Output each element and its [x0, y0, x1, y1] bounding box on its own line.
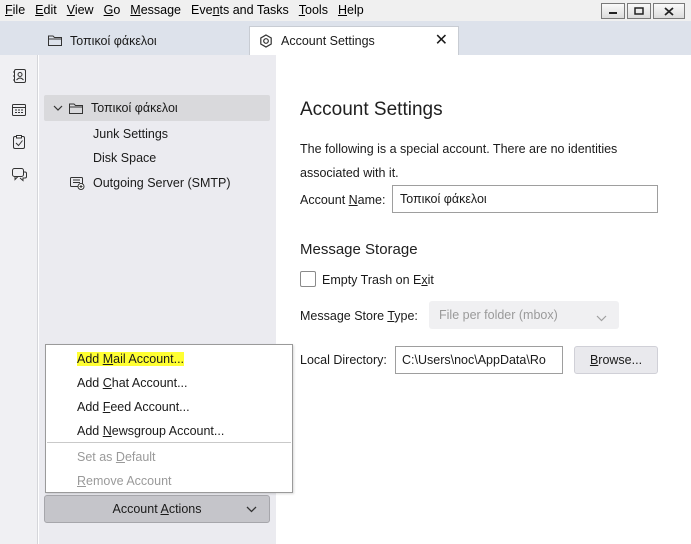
menu-separator	[47, 442, 291, 443]
calendar-space-button[interactable]	[10, 100, 28, 118]
account-actions-button[interactable]: Account Actions	[44, 495, 270, 523]
chevron-down-icon	[246, 502, 257, 516]
account-description: The following is a special account. Ther…	[300, 142, 618, 180]
tree-item-local-folders[interactable]: Τοπικοί φάκελοι	[44, 95, 270, 121]
menu-view[interactable]: View	[62, 0, 99, 21]
spaces-toolbar	[0, 21, 38, 544]
settings-icon	[258, 33, 274, 49]
menu-item-add-chat-account[interactable]: Add Chat Account...	[77, 374, 188, 392]
menu-item-remove-account: Remove Account	[77, 474, 172, 488]
local-directory-field[interactable]: C:\Users\noc\AppData\Ro	[395, 346, 563, 374]
empty-trash-label: Empty Trash on Exit	[322, 273, 434, 287]
outgoing-server-icon	[70, 176, 85, 190]
tasks-icon	[13, 135, 25, 149]
store-type-label: Message Store Type:	[300, 309, 418, 323]
menu-bar: File Edit View Go Message Events and Tas…	[0, 0, 691, 21]
menu-item-set-as-default: Set as Default	[77, 450, 156, 464]
tab-label: Account Settings	[281, 34, 375, 48]
menu-file[interactable]: File	[0, 0, 30, 21]
address-book-icon	[12, 69, 26, 83]
minimize-button[interactable]	[601, 3, 625, 19]
store-type-value: File per folder (mbox)	[439, 308, 558, 322]
window-controls	[601, 3, 685, 19]
store-type-select: File per folder (mbox)	[429, 301, 619, 329]
tree-item-label: Disk Space	[93, 151, 157, 165]
chat-icon	[11, 168, 27, 182]
tab-strip: Τοπικοί φάκελοι Account Settings ✕	[0, 21, 691, 55]
menu-item-add-newsgroup-account[interactable]: Add Newsgroup Account...	[77, 422, 224, 440]
menu-go[interactable]: Go	[99, 0, 126, 21]
calendar-icon	[12, 103, 26, 116]
close-icon	[664, 6, 674, 16]
account-actions-label: Account Actions	[112, 502, 202, 516]
menu-events-and-tasks[interactable]: Events and Tasks	[186, 0, 294, 21]
tree-item-outgoing-server[interactable]: Outgoing Server (SMTP)	[70, 170, 231, 196]
chevron-down-icon	[596, 311, 607, 325]
restore-icon	[634, 7, 644, 15]
browse-button[interactable]: Browse...	[574, 346, 658, 374]
address-book-space-button[interactable]	[10, 67, 28, 85]
tasks-space-button[interactable]	[10, 133, 28, 151]
close-window-button[interactable]	[653, 3, 685, 19]
account-name-label: Account Name:	[300, 193, 386, 207]
menu-message[interactable]: Message	[125, 0, 186, 21]
account-actions-menu: Add Mail Account... Add Chat Account... …	[45, 344, 293, 493]
tab-local-folders[interactable]: Τοπικοί φάκελοι	[39, 26, 247, 55]
chat-space-button[interactable]	[10, 166, 28, 184]
menu-help[interactable]: Help	[333, 0, 369, 21]
message-storage-heading: Message Storage	[300, 241, 418, 258]
tree-item-disk-space[interactable]: Disk Space	[93, 145, 156, 171]
menu-edit[interactable]: Edit	[30, 0, 62, 21]
close-tab-icon[interactable]: ✕	[435, 33, 448, 49]
tree-item-junk-settings[interactable]: Junk Settings	[93, 121, 168, 147]
account-name-field[interactable]: Τοπικοί φάκελοι	[392, 185, 658, 213]
folder-icon	[69, 103, 83, 114]
restore-button[interactable]	[627, 3, 651, 19]
minimize-icon	[609, 12, 617, 14]
local-directory-label: Local Directory:	[300, 353, 387, 367]
tab-label: Τοπικοί φάκελοι	[70, 33, 157, 48]
page-title: Account Settings	[300, 99, 443, 120]
folder-icon	[47, 33, 63, 49]
tab-account-settings[interactable]: Account Settings ✕	[249, 26, 459, 55]
menu-tools[interactable]: Tools	[294, 0, 333, 21]
menu-item-add-feed-account[interactable]: Add Feed Account...	[77, 398, 190, 416]
tree-item-label: Outgoing Server (SMTP)	[93, 176, 231, 190]
menu-item-add-mail-account[interactable]: Add Mail Account...	[77, 350, 185, 368]
tree-item-label: Τοπικοί φάκελοι	[91, 101, 178, 115]
empty-trash-checkbox[interactable]	[300, 271, 316, 287]
chevron-down-icon[interactable]	[51, 105, 65, 111]
account-settings-panel: Account Settings The following is a spec…	[277, 55, 691, 544]
tree-item-label: Junk Settings	[93, 127, 169, 141]
